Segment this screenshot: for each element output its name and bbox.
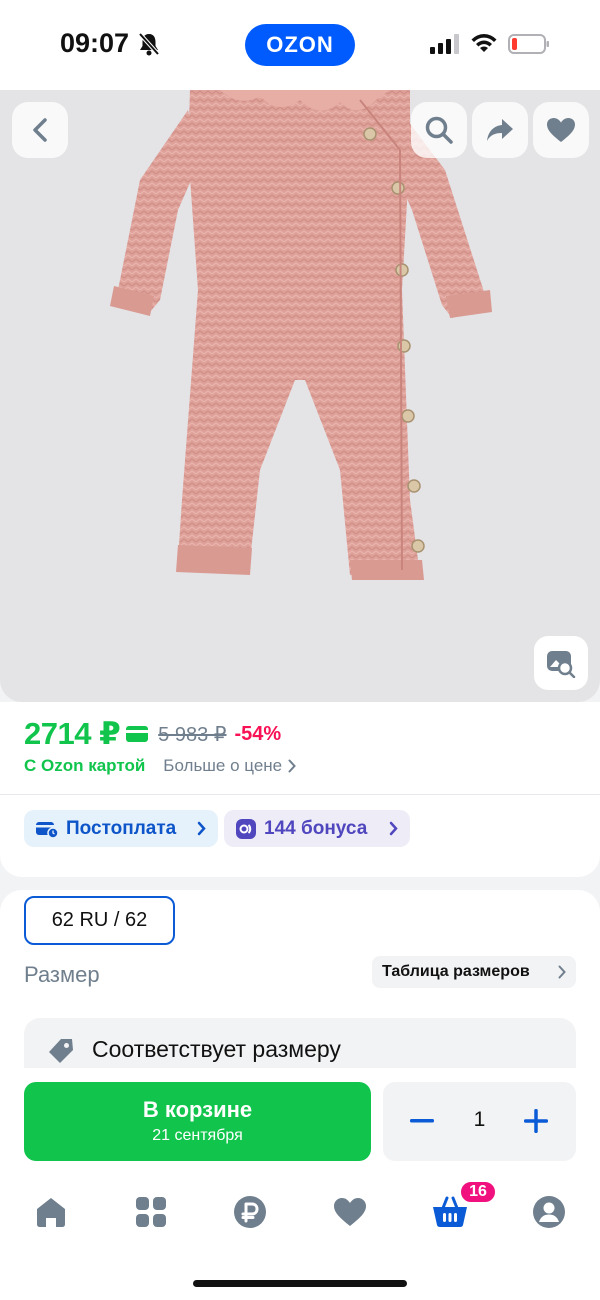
cart-count-badge: 16 — [459, 1180, 497, 1204]
back-icon — [33, 118, 47, 142]
chevron-right-icon — [558, 965, 566, 979]
quantity-value: 1 — [473, 1108, 486, 1131]
in-cart-title: В корзине — [142, 1097, 253, 1122]
bonus-label: 144 бонуса — [264, 817, 368, 839]
size-label: Размер — [24, 962, 100, 987]
product-image-gallery[interactable] — [0, 90, 600, 702]
in-cart-button[interactable]: В корзине 21 сентября — [24, 1082, 371, 1161]
size-option-selected[interactable]: 62 RU / 62 — [24, 896, 175, 945]
heart-icon — [547, 118, 575, 142]
quantity-stepper: 1 — [383, 1082, 576, 1161]
tab-profile[interactable] — [519, 1190, 579, 1234]
favorites-icon — [334, 1198, 366, 1226]
payment-chips: Постоплата 144 бонуса — [0, 795, 600, 877]
bell-slash-icon — [138, 32, 160, 56]
price-current: 2714 ₽ — [24, 716, 121, 751]
price-discount: -54% — [234, 722, 282, 745]
profile-icon — [533, 1196, 565, 1228]
delivery-date: 21 сентября — [152, 1127, 243, 1144]
search-button[interactable] — [411, 102, 467, 158]
price-row: 2714 ₽ 5 983 ₽ -54% — [24, 716, 281, 752]
product-page: 09:07 OZON 2714 ₽ 5 983 ₽ -54% С Ozon ка… — [0, 0, 600, 1300]
tag-icon — [49, 1039, 73, 1063]
find-similar-button[interactable] — [534, 636, 588, 690]
postpay-chip[interactable]: Постоплата — [24, 810, 218, 847]
wifi-icon — [471, 34, 497, 52]
chevron-right-icon — [288, 759, 296, 773]
price-section: 2714 ₽ 5 983 ₽ -54% С Ozon картой Больше… — [0, 702, 600, 794]
tab-home[interactable] — [21, 1190, 81, 1234]
size-fit-text: Соответствует размеру — [92, 1036, 341, 1062]
tab-catalog[interactable] — [121, 1190, 181, 1234]
status-time: 09:07 — [60, 28, 130, 58]
bonus-icon — [236, 818, 256, 839]
size-table-button[interactable]: Таблица размеров — [372, 956, 576, 988]
bonus-chip[interactable]: 144 бонуса — [224, 810, 410, 847]
battery-low-icon — [508, 34, 549, 54]
tab-favorites[interactable] — [320, 1190, 380, 1234]
product-image — [110, 90, 492, 580]
chevron-right-icon — [389, 821, 398, 836]
ozon-card-label: С Ozon картой — [24, 756, 146, 775]
cellular-signal-icon — [430, 34, 459, 54]
action-bar: В корзине 21 сентября 1 — [0, 1068, 600, 1178]
tab-bar: 16 — [0, 1178, 600, 1300]
back-button[interactable] — [12, 102, 68, 158]
status-bar: 09:07 OZON — [0, 0, 600, 90]
catalog-icon — [136, 1197, 166, 1227]
image-search-icon — [547, 651, 576, 678]
home-indicator — [193, 1280, 407, 1287]
increase-quantity-button[interactable] — [519, 1104, 553, 1138]
share-button[interactable] — [472, 102, 528, 158]
ozon-logo: OZON — [245, 24, 355, 66]
more-price-link[interactable]: Больше о цене — [163, 756, 296, 776]
postpay-label: Постоплата — [66, 817, 177, 839]
ozon-card-icon — [126, 726, 149, 742]
favorite-button[interactable] — [533, 102, 589, 158]
share-icon — [487, 119, 513, 141]
price-old: 5 983 ₽ — [158, 723, 227, 746]
search-icon — [425, 116, 453, 144]
ozon-pay-icon — [234, 1196, 266, 1228]
more-price-link-label: Больше о цене — [163, 756, 283, 775]
size-table-label: Таблица размеров — [382, 963, 530, 980]
home-icon — [37, 1198, 65, 1227]
minus-icon — [410, 1119, 434, 1123]
plus-icon — [524, 1109, 548, 1133]
card-clock-icon — [36, 821, 58, 838]
decrease-quantity-button[interactable] — [405, 1104, 439, 1138]
chevron-right-icon — [197, 821, 206, 836]
tab-ozon-pay[interactable] — [220, 1190, 280, 1234]
price-subline: С Ozon картой Больше о цене — [24, 756, 296, 776]
